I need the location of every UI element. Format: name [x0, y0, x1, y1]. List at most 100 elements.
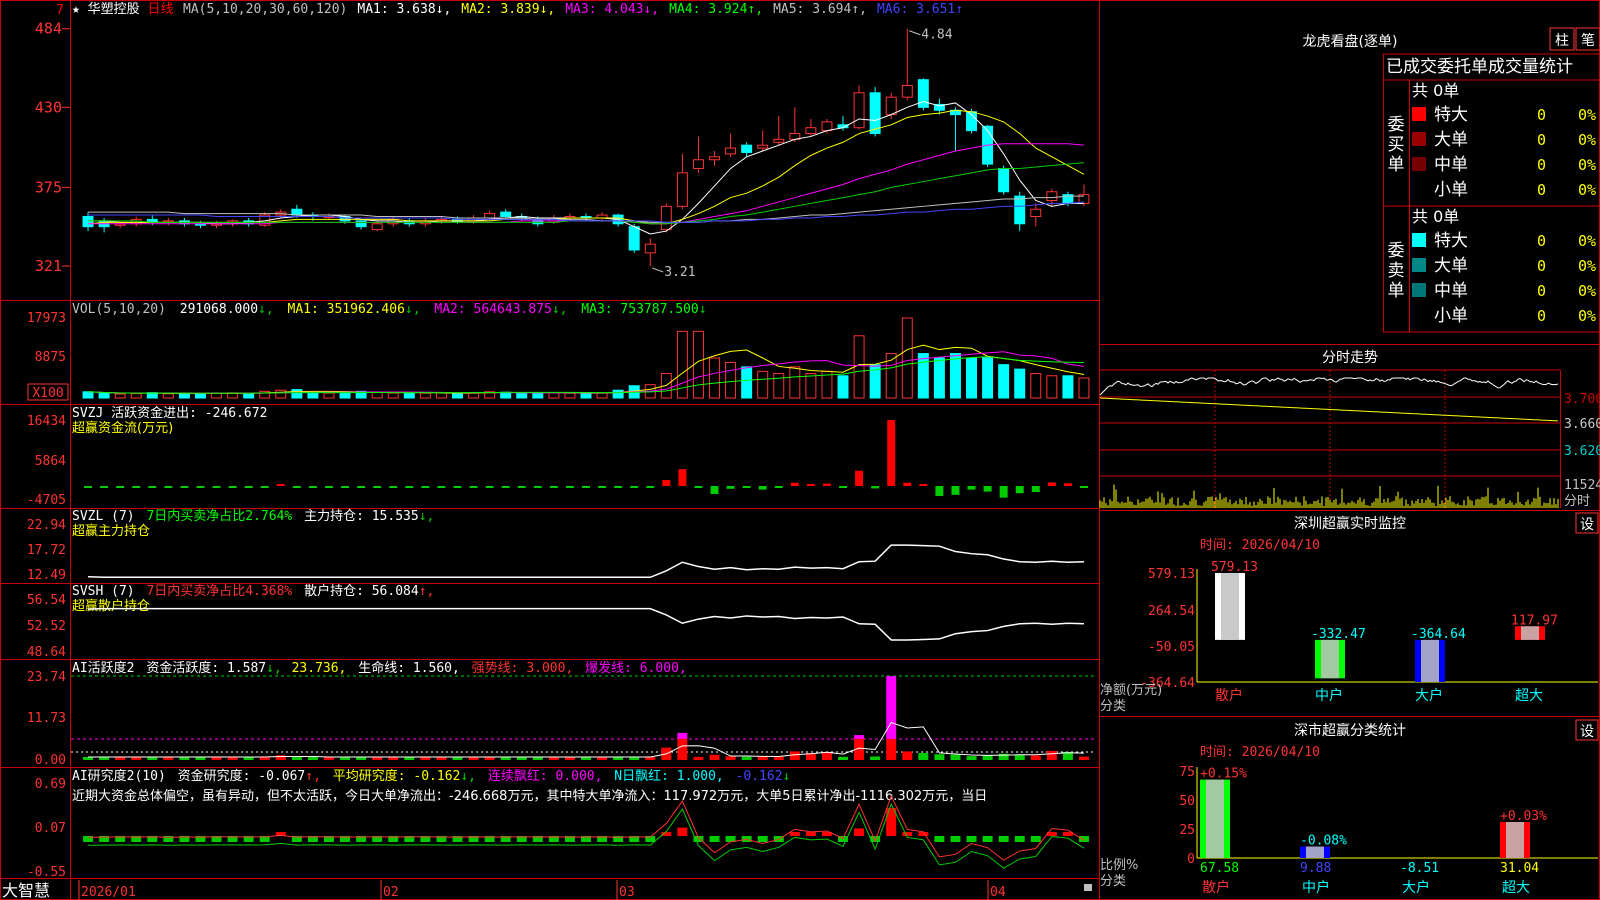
fund-flow-bar [373, 486, 382, 488]
fund-flow-bar [790, 482, 799, 486]
intraday-title: 分时走势 [1322, 350, 1378, 366]
volume-bar [403, 393, 415, 399]
order-row-count: 0 [1537, 232, 1546, 250]
bar-value-label: 31.04 [1500, 861, 1539, 876]
bar-category-label: 中户 [1302, 879, 1330, 896]
ai1-bar [918, 753, 929, 760]
fund-flow-bar [614, 486, 623, 488]
ai1-bar-burst [854, 735, 865, 739]
ai2-nday: N日飘红: 1.000, [614, 768, 723, 784]
fund-flow-bar [678, 469, 687, 486]
candle-body [998, 167, 1010, 193]
fund-flow-bar [405, 486, 414, 488]
brand-logo: 大智慧 [2, 881, 50, 900]
ai2-bar [998, 836, 1009, 842]
fund-flow-bar [1063, 483, 1072, 486]
main-header: ★ 华塑控股 日线 [72, 2, 174, 17]
bar-ytick: 50 [1179, 794, 1195, 809]
order-total: 共 0单 [1412, 81, 1459, 100]
volume-bar [532, 392, 544, 399]
fund-flow-bar [855, 470, 864, 486]
bar-value-label: -332.47 [1311, 627, 1366, 642]
ma-legend-item: MA6: 3.651↑ [877, 2, 963, 17]
fund-flow-bar [212, 486, 221, 488]
fund-flow-bar [244, 486, 253, 488]
order-side-label: 单 [1388, 155, 1405, 175]
candle-body [484, 213, 496, 219]
ai1-bar [902, 751, 913, 760]
volume-bar [291, 389, 303, 399]
volume-bar [194, 393, 206, 399]
candle-body [725, 147, 737, 155]
fund-flow-bars [84, 420, 1088, 498]
order-row-count: 0 [1537, 282, 1546, 300]
low-pointer [652, 267, 664, 273]
order-row-pct: 0% [1578, 181, 1596, 199]
order-row-pct: 0% [1578, 257, 1596, 275]
order-row-count: 0 [1537, 257, 1546, 275]
stock-name: 华塑控股 [88, 2, 140, 17]
bar-ytick: 75 [1179, 765, 1195, 780]
volume-bar [548, 392, 560, 399]
category-bar-shine [1321, 639, 1339, 679]
ai1-bar [773, 756, 784, 760]
candlestick-series[interactable] [82, 28, 1090, 273]
lock-icon[interactable] [1084, 884, 1092, 891]
category-bar-shine [1206, 779, 1224, 858]
order-row-count: 0 [1537, 156, 1546, 174]
volume-bar [805, 373, 817, 399]
fund-flow-bar [646, 486, 655, 488]
fund-flow-bar [742, 486, 751, 488]
bar-ytick: 0 [1187, 852, 1195, 867]
price-tick-label: 321 [35, 257, 62, 275]
fund-flow-bar [84, 486, 93, 488]
ai1-bar [821, 752, 832, 760]
fund-flow-bar [132, 486, 141, 488]
candle-body [853, 92, 865, 129]
category-bar-shine [1421, 639, 1439, 682]
fund-flow-bar [100, 486, 109, 488]
ai1-bar [693, 756, 704, 760]
fund-flow-bar [935, 486, 944, 497]
ai1-bar [870, 756, 881, 760]
ma-legend-item: MA4: 3.924↑, [669, 2, 763, 17]
order-row-name: 中单 [1434, 281, 1468, 301]
fund-flow-bar [1047, 482, 1056, 486]
dragon-sell-section: 共 0单委卖单 特大 0 0% 大单 0 0% 中单 0 0% 小单 0 0% [1388, 207, 1597, 326]
fund-flow-bar [517, 486, 526, 488]
ai2-research: 资金研究度: -0.067 [178, 768, 306, 784]
candle-body [1014, 195, 1026, 225]
svzl-ytick: 12.49 [27, 568, 66, 583]
ai1-bars [83, 676, 1089, 760]
svsh-ytick: 52.52 [27, 619, 66, 634]
candle-body [532, 218, 544, 225]
ai1-bar [838, 756, 848, 760]
bar-category-label: 中户 [1315, 687, 1343, 704]
vol-ma2: MA2: 564643.875 [434, 302, 551, 317]
vol-title: VOL(5,10,20) [72, 302, 166, 317]
bar-ytick: 579.13 [1148, 567, 1195, 582]
vol-value: 291068.000 [180, 302, 258, 317]
monitor-settings-label: 设 [1580, 517, 1594, 533]
volume-bar [982, 357, 994, 399]
bar-mode-label: 柱 [1555, 33, 1569, 49]
vol-ytick: 17973 [27, 311, 66, 326]
volume-bar [162, 393, 174, 399]
ai1-bar-base [886, 738, 897, 760]
classify-axis-label2: 分类 [1100, 874, 1126, 889]
fund-flow-bar [903, 482, 912, 486]
chart-canvas[interactable]: 7 ★ 华塑控股 日线 MA(5,10,20,30,60,120) MA1: 3.… [0, 0, 1600, 900]
volume-bar [709, 357, 720, 399]
volume-bar [82, 391, 94, 399]
volume-bar [692, 330, 704, 399]
ma-legend-item: MA3: 4.043↓, [565, 2, 659, 17]
order-side-label: 卖 [1388, 261, 1405, 281]
order-row-name: 特大 [1434, 231, 1468, 251]
candle-body [644, 243, 656, 254]
intraday-ytick: 3.660 [1564, 417, 1600, 432]
bar-category-label: 大户 [1402, 879, 1430, 896]
date-label: 2026/01 [81, 885, 136, 900]
fund-flow-bar [148, 486, 157, 488]
ai2-value5: -0.162 [736, 769, 783, 784]
ai1-bar [950, 754, 961, 760]
